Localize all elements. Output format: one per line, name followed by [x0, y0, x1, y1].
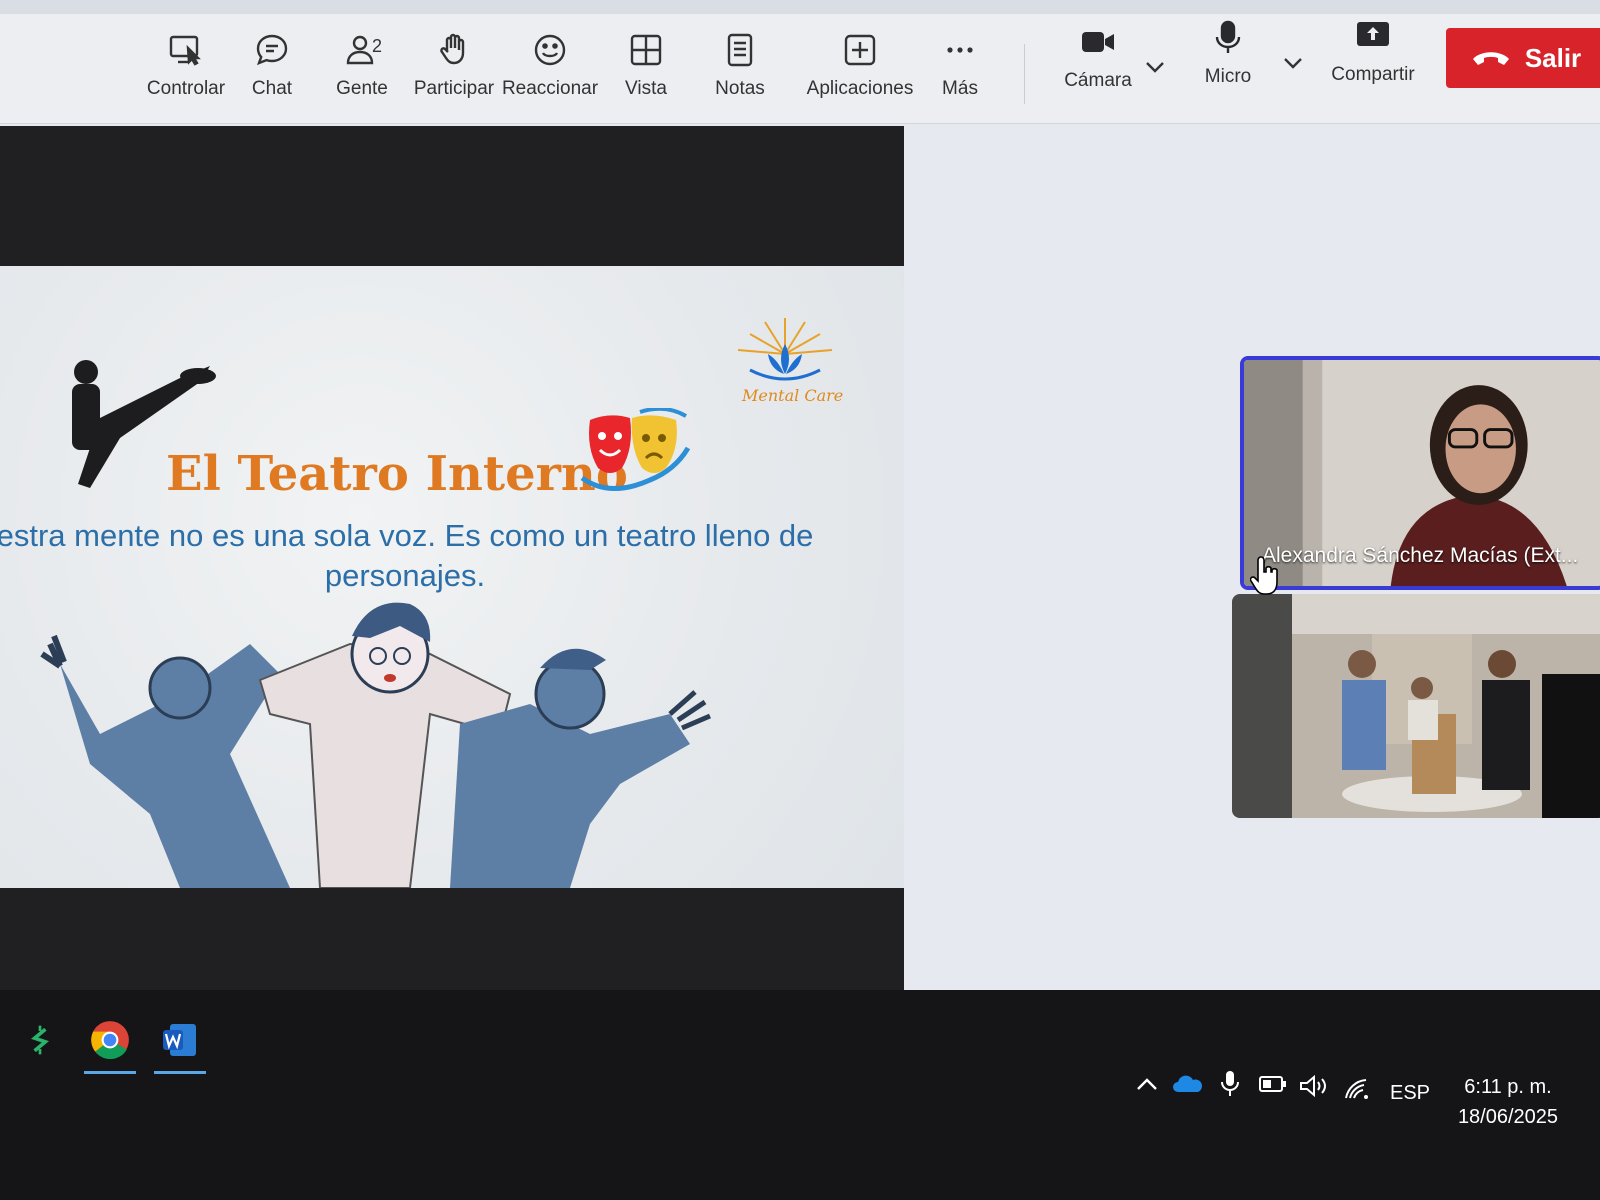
participant-tile[interactable] [1232, 594, 1600, 818]
chevron-down-icon [1284, 58, 1302, 69]
mas-button[interactable]: Más [910, 32, 1010, 100]
notes-icon [727, 33, 753, 67]
more-icon [947, 47, 973, 53]
chevron-up-icon[interactable] [1134, 1074, 1160, 1094]
title-bar [0, 0, 1600, 14]
chrome-icon [91, 1021, 129, 1060]
remote-control-icon [169, 35, 201, 66]
system-clock[interactable]: 6:11 p. m. 18/06/2025 [1448, 1072, 1568, 1132]
presentation-slide: El Teatro Interno Mental Care estra ment… [0, 266, 904, 888]
volume-icon[interactable] [1298, 1074, 1330, 1098]
participar-button[interactable]: Participar [404, 32, 504, 100]
meeting-toolbar: Controlar Chat 2 Gente Participar Reacci… [0, 14, 1600, 124]
slide-title: El Teatro Interno [166, 446, 628, 502]
camara-button[interactable]: Cámara [1038, 24, 1158, 92]
people-count: 2 [372, 36, 383, 56]
clock-time: 6:11 p. m. [1464, 1076, 1552, 1098]
micro-options-caret[interactable] [1280, 50, 1306, 76]
controlar-label: Controlar [146, 78, 226, 99]
money-app-button[interactable] [12, 1012, 68, 1068]
video-camera-icon [1082, 32, 1114, 52]
notas-label: Notas [715, 78, 765, 99]
chevron-down-icon [1146, 62, 1164, 73]
toolbar-divider [1024, 44, 1025, 104]
shared-screen: El Teatro Interno Mental Care estra ment… [0, 126, 904, 1018]
chrome-button[interactable] [82, 1012, 138, 1074]
anxious-people-illustration [40, 602, 711, 888]
reaccionar-button[interactable]: Reaccionar [500, 32, 600, 100]
logo-text: Mental Care [742, 386, 844, 405]
raise-hand-icon [440, 33, 465, 65]
microphone-icon [1215, 20, 1241, 53]
battery-icon[interactable] [1258, 1074, 1288, 1094]
money-app-icon [30, 1025, 50, 1055]
compartir-label: Compartir [1331, 64, 1415, 85]
add-app-icon [844, 34, 876, 66]
share-screen-icon [1357, 22, 1389, 46]
participant-video-2 [1232, 594, 1600, 818]
theatre-masks-icon [580, 408, 690, 491]
hang-up-icon [1472, 52, 1509, 65]
gente-button[interactable]: 2 Gente [312, 32, 412, 100]
word-icon [163, 1024, 196, 1056]
aplicaciones-label: Aplicaciones [806, 78, 914, 99]
camara-label: Cámara [1064, 70, 1132, 91]
participant-name: Alexandra Sánchez Macías (Ext... [1262, 544, 1579, 567]
aplicaciones-button[interactable]: Aplicaciones [800, 32, 920, 100]
participant-tile-active[interactable]: Alexandra Sánchez Macías (Ext... [1240, 356, 1600, 590]
hand-cursor-icon [1250, 556, 1278, 595]
active-app-indicator [154, 1071, 206, 1074]
reaccionar-label: Reaccionar [501, 78, 599, 99]
wifi-icon[interactable] [1344, 1078, 1372, 1100]
active-app-indicator [84, 1071, 136, 1074]
participar-label: Participar [413, 78, 495, 99]
compartir-button[interactable]: Compartir [1318, 18, 1428, 86]
chat-label: Chat [251, 78, 293, 99]
leave-button[interactable]: Salir [1446, 28, 1600, 88]
input-language[interactable]: ESP [1390, 1082, 1430, 1105]
micro-button[interactable]: Micro [1178, 20, 1278, 88]
gente-label: Gente [336, 78, 388, 99]
smiley-icon [534, 34, 566, 66]
vista-button[interactable]: Vista [596, 32, 696, 100]
leave-label: Salir [1524, 42, 1582, 73]
microphone-icon[interactable] [1220, 1070, 1240, 1098]
grid-view-icon [630, 34, 662, 66]
vista-label: Vista [625, 78, 667, 99]
controlar-button[interactable]: Controlar [136, 32, 236, 100]
word-button[interactable] [152, 1012, 208, 1074]
mas-label: Más [942, 78, 978, 99]
camera-options-caret[interactable] [1142, 54, 1168, 80]
onedrive-icon[interactable] [1172, 1074, 1204, 1094]
chat-icon [256, 34, 288, 66]
micro-label: Micro [1204, 66, 1252, 87]
meeting-window: Controlar Chat 2 Gente Participar Reacci… [0, 0, 1600, 1018]
clock-date: 18/06/2025 [1457, 1106, 1559, 1128]
notas-button[interactable]: Notas [690, 32, 790, 100]
chat-button[interactable]: Chat [222, 32, 322, 100]
